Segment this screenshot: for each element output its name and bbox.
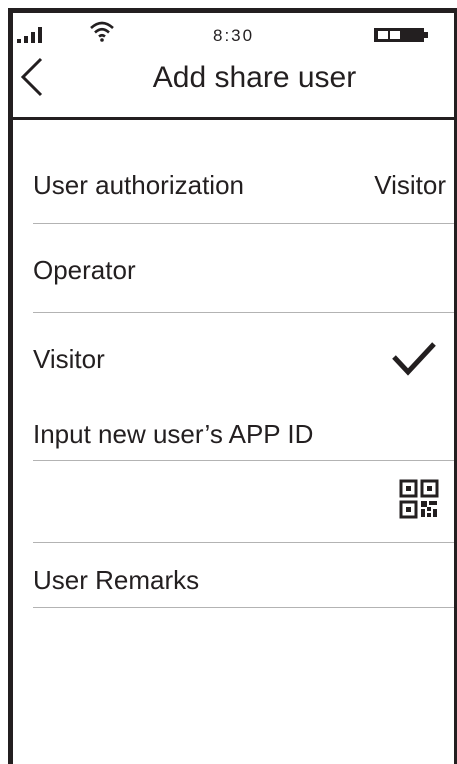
option-label: Operator xyxy=(33,255,136,285)
status-bar: 8:30 xyxy=(13,13,454,45)
authorization-label: User authorization xyxy=(33,170,244,200)
qr-code-icon[interactable] xyxy=(399,479,439,519)
divider xyxy=(33,607,454,608)
authorization-row[interactable]: User authorization Visitor xyxy=(13,120,454,223)
signal-bars-icon xyxy=(17,27,42,43)
battery-icon xyxy=(374,28,428,42)
wifi-icon xyxy=(90,21,114,42)
page-title: Add share user xyxy=(152,61,357,94)
phone-frame: 8:30 Add share user User authorization V… xyxy=(8,8,457,764)
nav-bar: Add share user xyxy=(13,45,454,111)
authorization-value: Visitor xyxy=(374,170,446,200)
checkmark-icon xyxy=(392,342,436,376)
remarks-label: User Remarks xyxy=(33,565,200,595)
option-operator[interactable]: Operator xyxy=(13,224,454,312)
option-label: Visitor xyxy=(33,344,105,374)
app-id-label-row: Input new user’s APP ID xyxy=(13,399,454,460)
status-time: 8:30 xyxy=(213,26,255,45)
app-id-input[interactable] xyxy=(13,461,454,542)
app-id-label: Input new user’s APP ID xyxy=(33,419,314,449)
option-visitor[interactable]: Visitor xyxy=(13,313,454,399)
remarks-row[interactable]: User Remarks xyxy=(13,543,454,607)
